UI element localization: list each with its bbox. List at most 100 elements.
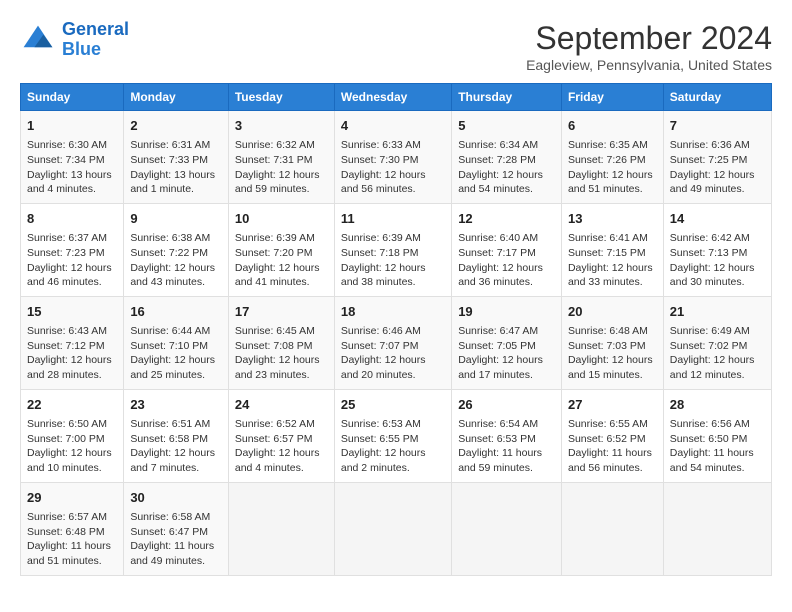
sunrise-label: Sunrise: 6:37 AM: [27, 232, 107, 244]
day-number: 9: [130, 210, 222, 228]
header-monday: Monday: [124, 84, 229, 111]
calendar-cell-empty-5: [561, 482, 663, 575]
daylight-label: Daylight: 12 hours and 30 minutes.: [670, 262, 755, 289]
calendar-cell-17: 17 Sunrise: 6:45 AM Sunset: 7:08 PM Dayligh…: [228, 296, 334, 389]
day-number: 19: [458, 303, 555, 321]
day-number: 26: [458, 396, 555, 414]
sunset-label: Sunset: 7:10 PM: [130, 340, 208, 352]
sunset-label: Sunset: 7:22 PM: [130, 247, 208, 259]
daylight-label: Daylight: 12 hours and 33 minutes.: [568, 262, 653, 289]
sunset-label: Sunset: 6:58 PM: [130, 433, 208, 445]
calendar-cell-22: 22Sunrise: 6:50 AMSunset: 7:00 PMDayligh…: [21, 389, 124, 482]
day-number: 11: [341, 210, 445, 228]
day-number: 27: [568, 396, 657, 414]
sunrise-label: Sunrise: 6:35 AM: [568, 139, 648, 151]
calendar-cell-4: 4 Sunrise: 6:33 AM Sunset: 7:30 PM Daylight…: [334, 111, 451, 204]
day-number: 8: [27, 210, 117, 228]
header-thursday: Thursday: [452, 84, 562, 111]
day-number: 24: [235, 396, 328, 414]
daylight-label: Daylight: 12 hours and 56 minutes.: [341, 169, 426, 196]
calendar-cell-21: 21Sunrise: 6:49 AMSunset: 7:02 PMDayligh…: [663, 296, 771, 389]
day-number: 21: [670, 303, 765, 321]
sunset-label: Sunset: 7:15 PM: [568, 247, 646, 259]
calendar-cell-9: 9Sunrise: 6:38 AMSunset: 7:22 PMDaylight…: [124, 203, 229, 296]
calendar-row-1: 1Sunrise: 6:30 AMSunset: 7:34 PMDaylight…: [21, 111, 772, 204]
sunset-label: Sunset: 7:30 PM: [341, 154, 419, 166]
sunrise-label: Sunrise: 6:42 AM: [670, 232, 750, 244]
day-number: 22: [27, 396, 117, 414]
sunset-label: Sunset: 7:23 PM: [27, 247, 105, 259]
weekday-header-row: Sunday Monday Tuesday Wednesday Thursday…: [21, 84, 772, 111]
daylight-label: Daylight: 12 hours and 4 minutes.: [235, 447, 320, 474]
calendar-cell-23: 23Sunrise: 6:51 AMSunset: 6:58 PMDayligh…: [124, 389, 229, 482]
sunset-label: Sunset: 6:53 PM: [458, 433, 536, 445]
daylight-label: Daylight: 12 hours and 7 minutes.: [130, 447, 215, 474]
day-number: 1: [27, 117, 117, 135]
daylight-label: Daylight: 12 hours and 17 minutes.: [458, 354, 543, 381]
calendar-cell-empty-4: [452, 482, 562, 575]
calendar-cell-25: 25Sunrise: 6:53 AMSunset: 6:55 PMDayligh…: [334, 389, 451, 482]
sunset-label: Sunset: 7:18 PM: [341, 247, 419, 259]
logo-icon: [20, 22, 56, 58]
sunrise-label: Sunrise: 6:31 AM: [130, 139, 210, 151]
day-number: 5: [458, 117, 555, 135]
calendar-cell-5: 5Sunrise: 6:34 AMSunset: 7:28 PMDaylight…: [452, 111, 562, 204]
calendar-row-2: 8 Sunrise: 6:37 AM Sunset: 7:23 PM Daylight…: [21, 203, 772, 296]
calendar-cell-empty-2: [228, 482, 334, 575]
month-title: September 2024: [526, 20, 772, 57]
day-number: 20: [568, 303, 657, 321]
sunrise-label: Sunrise: 6:56 AM: [670, 418, 750, 430]
daylight-label: Daylight: 12 hours and 10 minutes.: [27, 447, 112, 474]
calendar-cell-2: 2Sunrise: 6:31 AMSunset: 7:33 PMDaylight…: [124, 111, 229, 204]
daylight-label: Daylight: 12 hours and 2 minutes.: [341, 447, 426, 474]
calendar-cell-1: 1Sunrise: 6:30 AMSunset: 7:34 PMDaylight…: [21, 111, 124, 204]
sunrise-label: Sunrise: 6:33 AM: [341, 139, 421, 151]
logo-line1: General: [62, 19, 129, 39]
day-number: 17: [235, 303, 328, 321]
day-number: 25: [341, 396, 445, 414]
sunset-label: Sunset: 7:26 PM: [568, 154, 646, 166]
daylight-label: Daylight: 12 hours and 28 minutes.: [27, 354, 112, 381]
daylight-label: Daylight: 11 hours and 51 minutes.: [27, 540, 111, 567]
daylight-label: Daylight: 12 hours and 49 minutes.: [670, 169, 755, 196]
daylight-label: Daylight: 12 hours and 36 minutes.: [458, 262, 543, 289]
sunrise-label: Sunrise: 6:52 AM: [235, 418, 315, 430]
sunset-label: Sunset: 7:31 PM: [235, 154, 313, 166]
daylight-label: Daylight: 12 hours and 38 minutes.: [341, 262, 426, 289]
sunrise-label: Sunrise: 6:36 AM: [670, 139, 750, 151]
sunset-label: Sunset: 7:00 PM: [27, 433, 105, 445]
header-friday: Friday: [561, 84, 663, 111]
sunset-label: Sunset: 7:05 PM: [458, 340, 536, 352]
calendar-cell-29: 29Sunrise: 6:57 AMSunset: 6:48 PMDayligh…: [21, 482, 124, 575]
sunrise-label: Sunrise: 6:55 AM: [568, 418, 648, 430]
sunset-label: Sunset: 6:55 PM: [341, 433, 419, 445]
calendar-cell-19: 19Sunrise: 6:47 AMSunset: 7:05 PMDayligh…: [452, 296, 562, 389]
daylight-label: Daylight: 12 hours and 51 minutes.: [568, 169, 653, 196]
logo: General Blue: [20, 20, 129, 60]
daylight-label: Daylight: 11 hours and 56 minutes.: [568, 447, 652, 474]
logo-line2: Blue: [62, 39, 101, 59]
sunrise-label: Sunrise: 6:41 AM: [568, 232, 648, 244]
title-block: September 2024 Eagleview, Pennsylvania, …: [526, 20, 772, 73]
daylight-label: Daylight: 13 hours and 4 minutes.: [27, 169, 112, 196]
daylight-label: Daylight: 11 hours and 49 minutes.: [130, 540, 214, 567]
sunrise-label: Sunrise: 6:45 AM: [235, 325, 315, 337]
sunset-label: Sunset: 7:08 PM: [235, 340, 313, 352]
daylight-label: Daylight: 12 hours and 43 minutes.: [130, 262, 215, 289]
day-number: 18: [341, 303, 445, 321]
calendar-cell-30: 30Sunrise: 6:58 AMSunset: 6:47 PMDayligh…: [124, 482, 229, 575]
sunset-label: Sunset: 7:28 PM: [458, 154, 536, 166]
calendar-cell-11: 11Sunrise: 6:39 AMSunset: 7:18 PMDayligh…: [334, 203, 451, 296]
sunrise-label: Sunrise: 6:49 AM: [670, 325, 750, 337]
daylight-label: Daylight: 12 hours and 23 minutes.: [235, 354, 320, 381]
sunrise-label: Sunrise: 6:46 AM: [341, 325, 421, 337]
sunset-label: Sunset: 6:50 PM: [670, 433, 748, 445]
calendar-row-5: 29Sunrise: 6:57 AMSunset: 6:48 PMDayligh…: [21, 482, 772, 575]
calendar-cell-16: 16Sunrise: 6:44 AMSunset: 7:10 PMDayligh…: [124, 296, 229, 389]
calendar-cell-18: 18Sunrise: 6:46 AMSunset: 7:07 PMDayligh…: [334, 296, 451, 389]
sunrise-label: Sunrise: 6:43 AM: [27, 325, 107, 337]
header-wednesday: Wednesday: [334, 84, 451, 111]
location: Eagleview, Pennsylvania, United States: [526, 57, 772, 73]
sunrise-label: Sunrise: 6:44 AM: [130, 325, 210, 337]
day-number: 4: [341, 117, 445, 135]
